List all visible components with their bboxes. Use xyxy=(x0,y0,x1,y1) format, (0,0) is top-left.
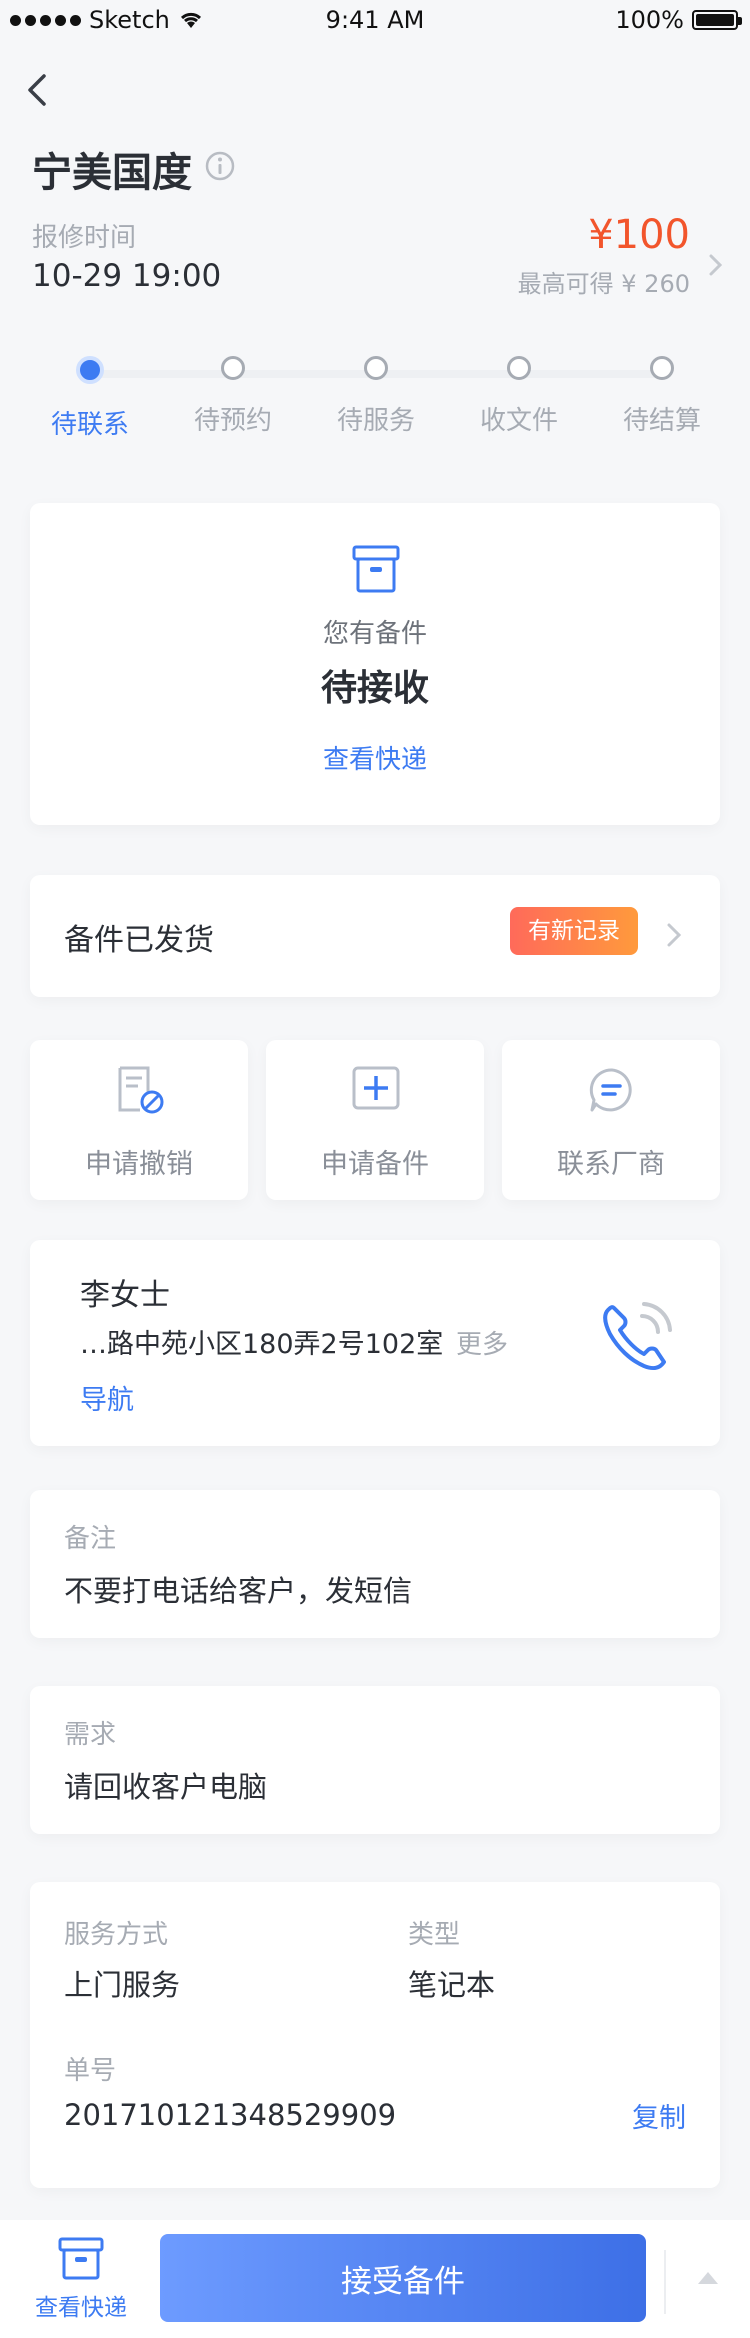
archive-box-icon xyxy=(58,2237,104,2280)
order-number-value: 201710121348529909 xyxy=(64,2098,397,2132)
device-type-label: 类型 xyxy=(408,1920,461,1950)
step-dot xyxy=(221,356,245,380)
chat-icon xyxy=(589,1068,632,1112)
service-mode-label: 服务方式 xyxy=(64,1920,169,1950)
status-bar: Sketch 9:41 AM 100% xyxy=(0,0,750,40)
remark-value: 不要打电话给客户，发短信 xyxy=(64,1574,413,1608)
step-4: 收文件 xyxy=(459,356,579,437)
repair-time: 10-29 19:00 xyxy=(32,258,222,294)
step-label: 待结算 xyxy=(622,406,701,436)
cancel-doc-icon xyxy=(118,1066,164,1114)
info-icon[interactable] xyxy=(204,150,236,182)
step-5: 待结算 xyxy=(602,356,722,437)
step-3: 待服务 xyxy=(316,356,436,437)
price-chevron-icon[interactable] xyxy=(706,250,726,280)
status-right: 100% xyxy=(615,6,742,34)
step-dot xyxy=(507,356,531,380)
step-label: 待服务 xyxy=(336,406,415,436)
view-express-button[interactable]: 查看快递 xyxy=(26,2236,136,2322)
device-type-value: 笔记本 xyxy=(408,1968,496,2002)
remark-label: 备注 xyxy=(64,1524,117,1554)
step-dot xyxy=(76,356,104,384)
step-dot xyxy=(650,356,674,380)
bottom-action-bar: 查看快递 接受备件 xyxy=(0,2220,750,2338)
requirement-value: 请回收客户电脑 xyxy=(64,1770,268,1804)
cancel-request-label: 申请撤销 xyxy=(85,1149,193,1180)
order-number-label: 单号 xyxy=(64,2056,117,2086)
requirement-label: 需求 xyxy=(64,1720,117,1750)
copy-button[interactable]: 复制 xyxy=(632,2096,686,2135)
service-mode-value: 上门服务 xyxy=(64,1968,181,2002)
step-dot xyxy=(364,356,388,380)
spare-parts-status: 待接收 xyxy=(320,668,429,709)
accept-parts-button[interactable]: 接受备件 xyxy=(160,2234,646,2322)
spare-parts-card: 您有备件 待接收 查看快递 xyxy=(30,503,720,825)
request-parts-label: 申请备件 xyxy=(321,1149,429,1180)
customer-contact-card: 李女士 …路中苑小区180弄2号102室 更多 导航 xyxy=(30,1240,720,1446)
remark-card: 备注 不要打电话给客户，发短信 xyxy=(30,1490,720,1638)
step-2: 待预约 xyxy=(173,356,293,437)
request-parts-button[interactable]: 申请备件 xyxy=(266,1040,484,1200)
max-price[interactable]: 最高可得 ¥ 260 xyxy=(518,264,690,299)
new-record-badge: 有新记录 xyxy=(510,907,638,955)
cancel-request-button[interactable]: 申请撤销 xyxy=(30,1040,248,1200)
requirement-card: 需求 请回收客户电脑 xyxy=(30,1686,720,1834)
address-more-link[interactable]: 更多 xyxy=(456,1324,508,1361)
caret-up-icon[interactable] xyxy=(696,2270,720,2286)
order-details-card: 服务方式 上门服务 类型 笔记本 单号 201710121348529909 复… xyxy=(30,1882,720,2188)
step-1: 待联系 xyxy=(30,356,150,441)
spare-parts-subtitle: 您有备件 xyxy=(322,619,427,649)
repair-time-label: 报修时间 xyxy=(32,223,137,253)
price[interactable]: ¥100 xyxy=(588,212,690,258)
battery-icon xyxy=(692,10,742,30)
customer-name: 李女士 xyxy=(80,1278,170,1313)
phone-call-icon[interactable] xyxy=(590,1290,682,1382)
add-box-icon xyxy=(352,1066,400,1110)
view-express-label: 查看快递 xyxy=(35,2295,127,2321)
battery-percent: 100% xyxy=(615,6,684,34)
archive-box-icon xyxy=(352,545,400,593)
chevron-right-icon xyxy=(667,923,682,947)
contact-vendor-label: 联系厂商 xyxy=(557,1149,665,1180)
step-label: 待联系 xyxy=(50,410,129,440)
step-label: 待预约 xyxy=(193,406,272,436)
view-express-link[interactable]: 查看快递 xyxy=(30,739,720,776)
step-label: 收文件 xyxy=(479,406,558,436)
navigate-link[interactable]: 导航 xyxy=(80,1378,134,1417)
contact-vendor-button[interactable]: 联系厂商 xyxy=(502,1040,720,1200)
back-chevron-icon[interactable] xyxy=(20,70,56,110)
bottom-divider xyxy=(664,2250,666,2314)
page-title: 宁美国度 xyxy=(32,150,192,196)
shipment-row[interactable]: 备件已发货 有新记录 xyxy=(30,875,720,997)
shipment-label: 备件已发货 xyxy=(64,923,214,958)
customer-address: …路中苑小区180弄2号102室 xyxy=(80,1329,444,1360)
